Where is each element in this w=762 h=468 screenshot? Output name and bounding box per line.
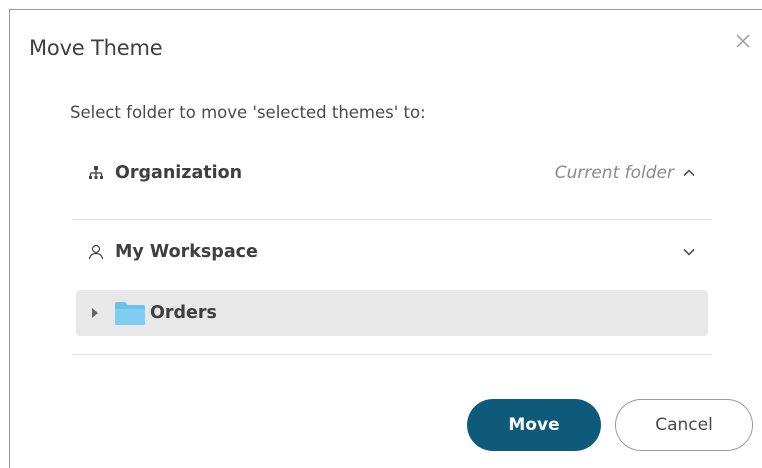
user-icon	[87, 243, 105, 261]
folder-row-right	[682, 245, 696, 259]
dialog-prompt: Select folder to move 'selected themes' …	[70, 103, 426, 122]
tree-item-orders[interactable]: Orders	[76, 290, 708, 336]
move-theme-dialog: Move Theme Select folder to move 'select…	[9, 9, 762, 468]
close-button[interactable]	[732, 30, 754, 52]
folder-row-my-workspace[interactable]: My Workspace	[72, 232, 712, 272]
current-folder-indicator: Current folder	[554, 163, 674, 183]
folder-icon	[114, 300, 146, 326]
move-button[interactable]: Move	[467, 399, 601, 451]
tree-item-label: Orders	[150, 303, 217, 323]
close-icon	[736, 34, 750, 48]
divider	[72, 354, 712, 355]
chevron-down-icon[interactable]	[682, 245, 696, 259]
folder-label-my-workspace: My Workspace	[115, 242, 258, 262]
org-hierarchy-icon	[87, 164, 105, 182]
background-strip	[0, 0, 762, 9]
dialog-title: Move Theme	[29, 36, 163, 60]
folder-row-right: Current folder	[555, 163, 696, 183]
cancel-button[interactable]: Cancel	[615, 399, 753, 451]
chevron-up-icon[interactable]	[682, 166, 696, 180]
caret-right-icon[interactable]	[90, 307, 100, 319]
divider	[72, 219, 712, 220]
folder-label-organization: Organization	[115, 163, 243, 183]
folder-row-organization[interactable]: Organization Current folder	[72, 153, 712, 193]
